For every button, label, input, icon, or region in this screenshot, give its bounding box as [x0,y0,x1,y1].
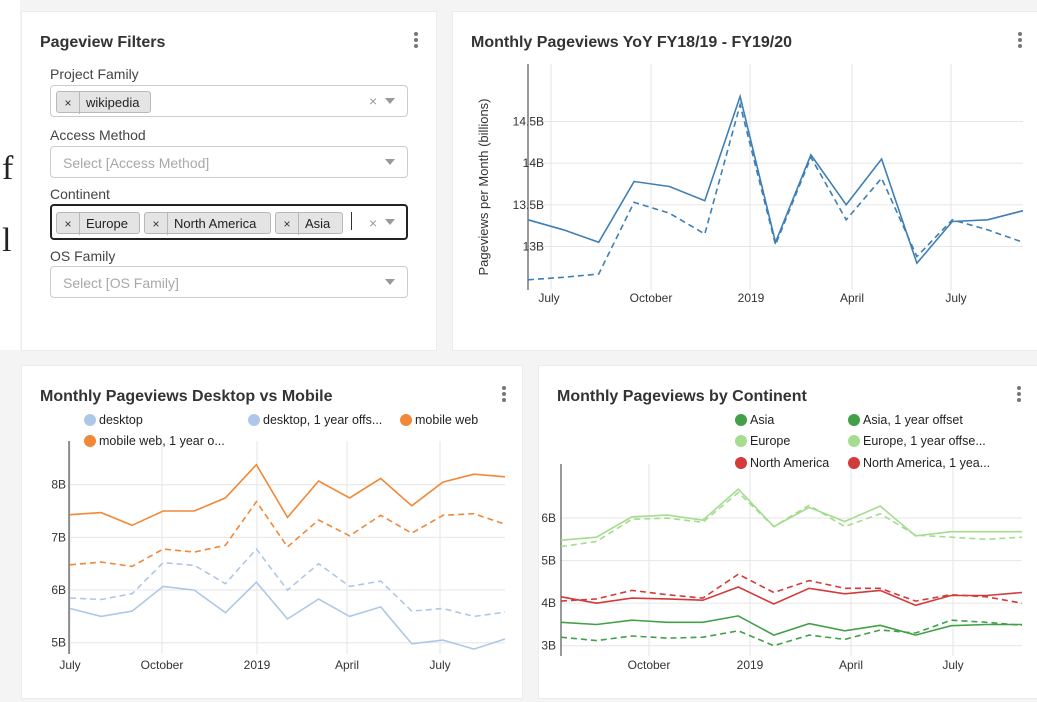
continent-tag-europe[interactable]: × Europe [56,212,140,235]
x-tick-label: April [335,658,359,672]
x-tick-label: 2019 [244,658,271,672]
legend-label: Asia [750,413,774,427]
legend-label: North America, 1 yea... [863,456,990,470]
y-tick-label: 5B [541,554,556,568]
continent-line-chart: 3B 4B 5B 6B October 2019 April July Asia Asia, 1 … [541,413,1023,672]
legend-swatch [84,414,96,426]
x-tick-label: October [630,291,673,305]
remove-tag-icon[interactable]: × [57,213,80,235]
legend-swatch [735,457,747,469]
legend-swatch [735,435,747,447]
continent-tag-north-america[interactable]: × North America [144,212,271,235]
y-tick-label: 5B [51,636,66,650]
legend-label: Europe, 1 year offse... [863,434,986,448]
series-line-series-1 [527,101,1024,281]
legend-label: desktop [99,413,143,427]
panel-title: Pageview Filters [40,34,166,51]
remove-tag-icon[interactable]: × [276,213,299,235]
x-tick-label: July [59,658,80,672]
chevron-down-icon[interactable] [385,159,395,165]
legend-swatch [848,457,860,469]
chevron-down-icon[interactable] [385,279,395,285]
kebab-menu-icon[interactable] [413,32,419,52]
legend-swatch [248,414,260,426]
legend-label: desktop, 1 year offs... [263,413,382,427]
legend-label: Europe [750,434,790,448]
text-cursor [351,212,352,230]
access-method-label: Access Method [50,127,146,143]
project-family-label: Project Family [50,66,139,82]
desktop-mobile-chart-panel: Monthly Pageviews Desktop vs Mobile 5B 6B… [22,366,522,698]
y-tick-label: 8B [51,478,66,492]
chevron-down-icon[interactable] [385,219,395,225]
clear-icon[interactable]: × [369,215,377,231]
x-tick-label: July [945,291,966,305]
edge-glyph: l [2,222,12,259]
chevron-down-icon[interactable] [385,98,395,104]
continent-label: Continent [50,186,110,202]
y-tick-label: 14B [523,156,544,170]
os-family-select[interactable]: Select [OS Family] [50,266,408,298]
y-tick-label: 6B [541,511,556,525]
x-tick-label: October [141,658,184,672]
legend-label: mobile web, 1 year o... [99,434,225,448]
yoy-line-chart: Pageviews per Month (billions) 13B13.5B1… [476,64,1024,305]
desktop-mobile-line-chart: 5B 6B 7B 8B July October 2019 April July desktop d… [51,413,506,672]
y-tick-label: 4B [541,596,556,610]
pageview-filters-panel: Pageview Filters Project Family × wikiped… [22,12,436,350]
x-tick-label: October [628,658,671,672]
project-family-select[interactable]: × wikipedia × [50,85,408,117]
legend-swatch [400,414,412,426]
x-tick-label: July [538,291,559,305]
os-family-label: OS Family [50,248,116,264]
x-tick-label: 2019 [737,658,764,672]
continent-tag-asia[interactable]: × Asia [275,212,343,235]
x-tick-label: April [839,658,863,672]
project-family-tag[interactable]: × wikipedia [56,91,151,114]
legend-swatch [735,414,747,426]
legend-swatch [848,435,860,447]
edge-glyph: f [2,150,14,187]
x-tick-label: July [429,658,450,672]
x-tick-label: 2019 [738,291,765,305]
left-edge-text-fragment: f l [0,0,20,350]
access-method-select[interactable]: Select [Access Method] [50,146,408,178]
legend-label: mobile web [415,413,478,427]
legend-label: Asia, 1 year offset [863,413,963,427]
y-tick-label: 13B [523,240,544,254]
legend-swatch [84,435,96,447]
remove-tag-icon[interactable]: × [145,213,168,235]
yoy-chart-panel: Monthly Pageviews YoY FY18/19 - FY19/20 … [453,12,1037,350]
select-placeholder: Select [Access Method] [63,155,210,171]
x-tick-label: July [942,658,963,672]
select-placeholder: Select [OS Family] [63,275,179,291]
y-tick-label: 3B [541,639,556,653]
y-tick-label: 6B [51,583,66,597]
y-axis-label: Pageviews per Month (billions) [476,98,491,275]
continent-select[interactable]: × Europe × North America × Asia × [50,204,408,240]
continent-chart-panel: Monthly Pageviews by Continent 3B 4B 5B 6B O… [539,366,1037,698]
remove-tag-icon[interactable]: × [57,92,80,114]
legend-swatch [848,414,860,426]
y-tick-label: 7B [51,530,66,544]
clear-icon[interactable]: × [369,93,377,109]
x-tick-label: April [840,291,864,305]
legend-label: North America [750,456,829,470]
